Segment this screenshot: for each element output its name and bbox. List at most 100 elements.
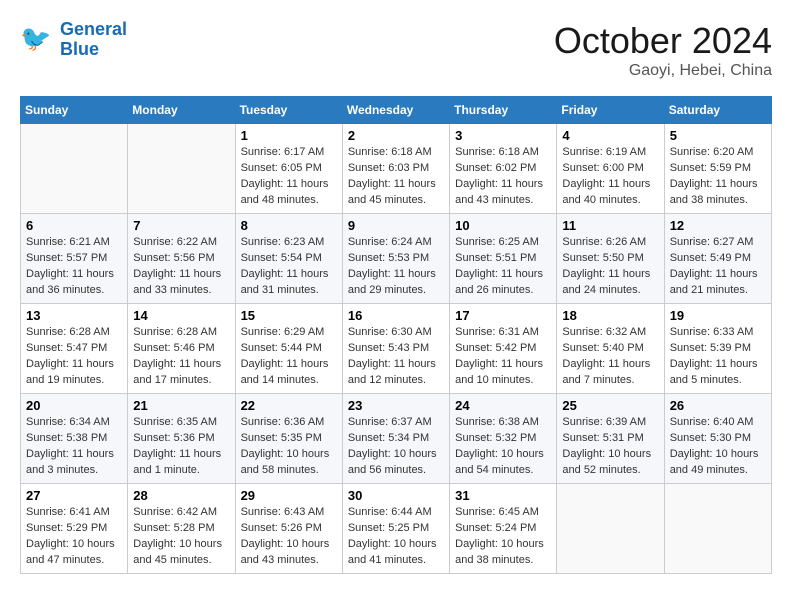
day-info: Sunrise: 6:35 AMSunset: 5:36 PMDaylight:…	[133, 415, 229, 479]
day-info: Sunrise: 6:42 AMSunset: 5:28 PMDaylight:…	[133, 505, 229, 569]
calendar-table: SundayMondayTuesdayWednesdayThursdayFrid…	[20, 96, 772, 574]
logo-blue: Blue	[60, 39, 99, 59]
day-info: Sunrise: 6:28 AMSunset: 5:47 PMDaylight:…	[26, 325, 122, 389]
calendar-cell: 12Sunrise: 6:27 AMSunset: 5:49 PMDayligh…	[664, 214, 771, 304]
day-number: 19	[670, 308, 766, 323]
calendar-cell: 16 Sunrise: 6:30 AMSunset: 5:43 PMDayligh…	[342, 304, 449, 394]
day-info: Sunrise: 6:39 AMSunset: 5:31 PMDaylight:…	[562, 415, 658, 479]
day-number: 27	[26, 488, 122, 503]
day-number: 13	[26, 308, 122, 323]
weekday-header-row: SundayMondayTuesdayWednesdayThursdayFrid…	[21, 97, 772, 124]
day-number: 7	[133, 218, 229, 233]
calendar-cell: 10 Sunrise: 6:25 AMSunset: 5:51 PMDayligh…	[450, 214, 557, 304]
weekday-header-wednesday: Wednesday	[342, 97, 449, 124]
page-header: 🐦 General Blue October 2024 Gaoyi, Hebei…	[20, 20, 772, 80]
day-number: 4	[562, 128, 658, 143]
day-number: 8	[241, 218, 337, 233]
calendar-cell: 9 Sunrise: 6:24 AMSunset: 5:53 PMDaylight…	[342, 214, 449, 304]
day-number: 15	[241, 308, 337, 323]
calendar-cell: 14 Sunrise: 6:28 AMSunset: 5:46 PMDayligh…	[128, 304, 235, 394]
day-info: Sunrise: 6:45 AMSunset: 5:24 PMDaylight:…	[455, 505, 551, 569]
day-number: 10	[455, 218, 551, 233]
day-number: 9	[348, 218, 444, 233]
calendar-cell: 3 Sunrise: 6:18 AMSunset: 6:02 PMDaylight…	[450, 124, 557, 214]
day-number: 12	[670, 218, 766, 233]
day-info: Sunrise: 6:20 AMSunset: 5:59 PMDaylight:…	[670, 145, 766, 209]
day-info: Sunrise: 6:31 AMSunset: 5:42 PMDaylight:…	[455, 325, 551, 389]
svg-text:🐦: 🐦	[20, 25, 51, 53]
day-info: Sunrise: 6:30 AMSunset: 5:43 PMDaylight:…	[348, 325, 444, 389]
calendar-cell: 5 Sunrise: 6:20 AMSunset: 5:59 PMDaylight…	[664, 124, 771, 214]
day-info: Sunrise: 6:29 AMSunset: 5:44 PMDaylight:…	[241, 325, 337, 389]
day-info: Sunrise: 6:18 AMSunset: 6:02 PMDaylight:…	[455, 145, 551, 209]
weekday-header-monday: Monday	[128, 97, 235, 124]
day-info: Sunrise: 6:38 AMSunset: 5:32 PMDaylight:…	[455, 415, 551, 479]
day-info: Sunrise: 6:25 AMSunset: 5:51 PMDaylight:…	[455, 235, 551, 299]
calendar-cell: 17 Sunrise: 6:31 AMSunset: 5:42 PMDayligh…	[450, 304, 557, 394]
day-number: 28	[133, 488, 229, 503]
day-info: Sunrise: 6:19 AMSunset: 6:00 PMDaylight:…	[562, 145, 658, 209]
day-info: Sunrise: 6:21 AMSunset: 5:57 PMDaylight:…	[26, 235, 122, 299]
weekday-header-saturday: Saturday	[664, 97, 771, 124]
logo-general: General	[60, 19, 127, 39]
day-number: 2	[348, 128, 444, 143]
calendar-cell: 24 Sunrise: 6:38 AMSunset: 5:32 PMDayligh…	[450, 394, 557, 484]
day-number: 23	[348, 398, 444, 413]
day-number: 18	[562, 308, 658, 323]
day-info: Sunrise: 6:36 AMSunset: 5:35 PMDaylight:…	[241, 415, 337, 479]
day-info: Sunrise: 6:40 AMSunset: 5:30 PMDaylight:…	[670, 415, 766, 479]
calendar-cell: 19 Sunrise: 6:33 AMSunset: 5:39 PMDayligh…	[664, 304, 771, 394]
day-info: Sunrise: 6:22 AMSunset: 5:56 PMDaylight:…	[133, 235, 229, 299]
calendar-cell: 4 Sunrise: 6:19 AMSunset: 6:00 PMDaylight…	[557, 124, 664, 214]
day-info: Sunrise: 6:32 AMSunset: 5:40 PMDaylight:…	[562, 325, 658, 389]
month-title: October 2024	[554, 20, 772, 62]
day-info: Sunrise: 6:17 AMSunset: 6:05 PMDaylight:…	[241, 145, 337, 209]
day-number: 3	[455, 128, 551, 143]
day-number: 22	[241, 398, 337, 413]
calendar-cell	[21, 124, 128, 214]
title-block: October 2024 Gaoyi, Hebei, China	[554, 20, 772, 80]
day-number: 14	[133, 308, 229, 323]
day-number: 26	[670, 398, 766, 413]
calendar-cell	[664, 484, 771, 574]
day-info: Sunrise: 6:37 AMSunset: 5:34 PMDaylight:…	[348, 415, 444, 479]
day-info: Sunrise: 6:23 AMSunset: 5:54 PMDaylight:…	[241, 235, 337, 299]
calendar-cell: 11Sunrise: 6:26 AMSunset: 5:50 PMDayligh…	[557, 214, 664, 304]
day-number: 11	[562, 218, 658, 233]
day-info: Sunrise: 6:28 AMSunset: 5:46 PMDaylight:…	[133, 325, 229, 389]
calendar-cell: 18 Sunrise: 6:32 AMSunset: 5:40 PMDayligh…	[557, 304, 664, 394]
day-info: Sunrise: 6:43 AMSunset: 5:26 PMDaylight:…	[241, 505, 337, 569]
calendar-cell: 21 Sunrise: 6:35 AMSunset: 5:36 PMDayligh…	[128, 394, 235, 484]
day-number: 21	[133, 398, 229, 413]
calendar-cell: 8 Sunrise: 6:23 AMSunset: 5:54 PMDaylight…	[235, 214, 342, 304]
day-info: Sunrise: 6:33 AMSunset: 5:39 PMDaylight:…	[670, 325, 766, 389]
day-number: 17	[455, 308, 551, 323]
location: Gaoyi, Hebei, China	[554, 62, 772, 80]
calendar-week-row: 1Sunrise: 6:17 AMSunset: 6:05 PMDaylight…	[21, 124, 772, 214]
weekday-header-friday: Friday	[557, 97, 664, 124]
calendar-cell: 20Sunrise: 6:34 AMSunset: 5:38 PMDayligh…	[21, 394, 128, 484]
calendar-cell: 13 Sunrise: 6:28 AMSunset: 5:47 PMDayligh…	[21, 304, 128, 394]
calendar-cell: 25 Sunrise: 6:39 AMSunset: 5:31 PMDayligh…	[557, 394, 664, 484]
day-number: 16	[348, 308, 444, 323]
calendar-cell: 26 Sunrise: 6:40 AMSunset: 5:30 PMDayligh…	[664, 394, 771, 484]
weekday-header-tuesday: Tuesday	[235, 97, 342, 124]
weekday-header-sunday: Sunday	[21, 97, 128, 124]
day-number: 29	[241, 488, 337, 503]
calendar-cell: 23 Sunrise: 6:37 AMSunset: 5:34 PMDayligh…	[342, 394, 449, 484]
calendar-cell: 30Sunrise: 6:44 AMSunset: 5:25 PMDayligh…	[342, 484, 449, 574]
calendar-cell: 27Sunrise: 6:41 AMSunset: 5:29 PMDayligh…	[21, 484, 128, 574]
calendar-cell: 1Sunrise: 6:17 AMSunset: 6:05 PMDaylight…	[235, 124, 342, 214]
logo-bird-icon: 🐦	[20, 22, 56, 58]
logo-text: General Blue	[60, 20, 127, 60]
day-number: 20	[26, 398, 122, 413]
day-info: Sunrise: 6:18 AMSunset: 6:03 PMDaylight:…	[348, 145, 444, 209]
calendar-cell: 2 Sunrise: 6:18 AMSunset: 6:03 PMDaylight…	[342, 124, 449, 214]
day-number: 24	[455, 398, 551, 413]
day-number: 5	[670, 128, 766, 143]
day-number: 25	[562, 398, 658, 413]
day-info: Sunrise: 6:24 AMSunset: 5:53 PMDaylight:…	[348, 235, 444, 299]
calendar-cell: 31Sunrise: 6:45 AMSunset: 5:24 PMDayligh…	[450, 484, 557, 574]
calendar-cell: 22 Sunrise: 6:36 AMSunset: 5:35 PMDayligh…	[235, 394, 342, 484]
calendar-cell: 6Sunrise: 6:21 AMSunset: 5:57 PMDaylight…	[21, 214, 128, 304]
